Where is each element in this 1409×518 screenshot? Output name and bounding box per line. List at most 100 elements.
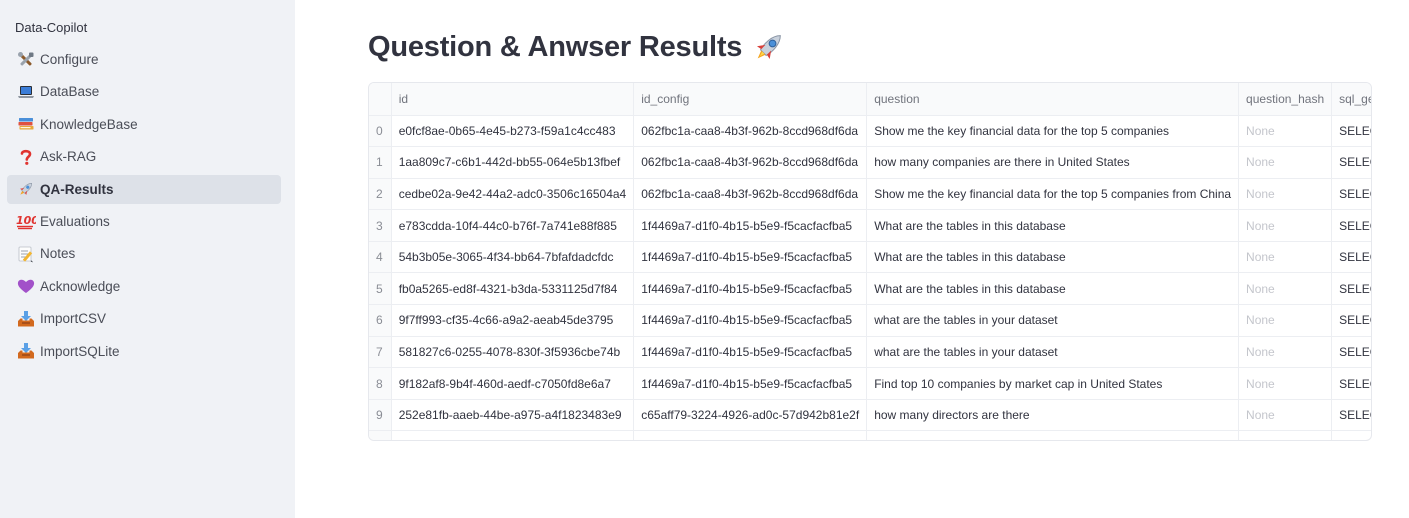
cell-id[interactable]: 252e81fb-aaeb-44be-a975-a4f1823483e9	[391, 399, 635, 432]
table-row[interactable]: 0 e0fcf8ae-0b65-4e45-b273-f59a1c4cc483 062…	[369, 115, 1371, 148]
cell-id[interactable]: 9f7ff993-cf35-4c66-a9a2-aeab45de3795	[391, 304, 635, 337]
cell-question[interactable]: Show me the key financial data for the t…	[866, 115, 1240, 148]
table-cell-clipped	[633, 430, 868, 440]
sidebar-item-acknowledge[interactable]: Acknowledge	[7, 272, 281, 301]
sidebar-item-configure[interactable]: Configure	[7, 45, 281, 74]
cell-sql-generated[interactable]: SELEC	[1331, 209, 1371, 242]
cell-sql-generated[interactable]: SELEC	[1331, 399, 1371, 432]
cell-sql-generated[interactable]: SELEC	[1331, 178, 1371, 211]
cell-id-config[interactable]: 1f4469a7-d1f0-4b15-b5e9-f5cacfacfba5	[633, 336, 868, 369]
cell-sql-generated[interactable]: SELEC	[1331, 304, 1371, 337]
cell-question-hash[interactable]: None	[1238, 304, 1333, 337]
cell-id-config[interactable]: 1f4469a7-d1f0-4b15-b5e9-f5cacfacfba5	[633, 209, 868, 242]
sidebar-item-qa-results[interactable]: QA-Results	[7, 174, 281, 204]
column-header-id[interactable]: id	[391, 83, 635, 116]
sidebar-item-label: Evaluations	[40, 213, 110, 229]
cell-question-hash[interactable]: None	[1238, 272, 1333, 306]
cell-sql-generated[interactable]: SELEC	[1331, 146, 1371, 179]
sidebar-item-evaluations[interactable]: 100 Evaluations	[7, 207, 281, 236]
results-dataframe[interactable]: id id_config question question_hash sql_…	[368, 82, 1372, 441]
cell-question[interactable]: Find top 10 companies by market cap in U…	[866, 367, 1240, 400]
cell-id-config[interactable]: 1f4469a7-d1f0-4b15-b5e9-f5cacfacfba5	[633, 367, 868, 400]
cell-question[interactable]: what are the tables in your dataset	[866, 336, 1240, 369]
cell-id-config[interactable]: 1f4469a7-d1f0-4b15-b5e9-f5cacfacfba5	[633, 241, 868, 274]
sidebar-item-knowledgebase[interactable]: KnowledgeBase	[7, 110, 281, 139]
cell-question[interactable]: What are the tables in this database	[866, 272, 1240, 306]
memo-icon	[15, 244, 37, 264]
sidebar-item-ask-rag[interactable]: Ask-RAG	[7, 142, 281, 171]
column-header-index	[369, 83, 392, 116]
cell-question-hash[interactable]: None	[1238, 115, 1333, 148]
cell-question[interactable]: what are the tables in your dataset	[866, 304, 1240, 337]
table-cell-clipped	[369, 430, 392, 440]
cell-question[interactable]: What are the tables in this database	[866, 209, 1240, 242]
column-header-question[interactable]: question	[866, 83, 1240, 116]
cell-id-config[interactable]: 062fbc1a-caa8-4b3f-962b-8ccd968df6da	[633, 115, 868, 148]
column-header-sql-generated[interactable]: sql_ge	[1331, 83, 1371, 116]
column-header-question-hash[interactable]: question_hash	[1238, 83, 1333, 116]
cell-question-hash[interactable]: None	[1238, 336, 1333, 369]
cell-id[interactable]: fb0a5265-ed8f-4321-b3da-5331125d7f84	[391, 272, 635, 306]
cell-sql-generated[interactable]: SELEC	[1331, 272, 1371, 306]
table-row[interactable]: 3 e783cdda-10f4-44c0-b76f-7a741e88f885 1f4…	[369, 209, 1371, 242]
books-icon	[15, 114, 37, 134]
cell-question[interactable]: What are the tables in this database	[866, 241, 1240, 274]
cell-index[interactable]: 2	[369, 178, 392, 211]
sidebar-item-importsqlite[interactable]: ImportSQLite	[7, 337, 281, 366]
cell-id[interactable]: e0fcf8ae-0b65-4e45-b273-f59a1c4cc483	[391, 115, 635, 148]
cell-index[interactable]: 0	[369, 115, 392, 148]
cell-id[interactable]: 54b3b05e-3065-4f34-bb64-7bfafdadcfdc	[391, 241, 635, 274]
cell-id[interactable]: 9f182af8-9b4f-460d-aedf-c7050fd8e6a7	[391, 367, 635, 400]
cell-question[interactable]: how many companies are there in United S…	[866, 146, 1240, 179]
table-row[interactable]: 9 252e81fb-aaeb-44be-a975-a4f1823483e9 c65…	[369, 399, 1371, 432]
sidebar-item-label: KnowledgeBase	[40, 116, 138, 132]
cell-id[interactable]: cedbe02a-9e42-44a2-adc0-3506c16504a4	[391, 178, 635, 211]
cell-id-config[interactable]: 062fbc1a-caa8-4b3f-962b-8ccd968df6da	[633, 178, 868, 211]
table-row[interactable]: 1 1aa809c7-c6b1-442d-bb55-064e5b13fbef 062…	[369, 146, 1371, 179]
cell-question-hash[interactable]: None	[1238, 367, 1333, 400]
cell-index[interactable]: 9	[369, 399, 392, 432]
cell-question-hash[interactable]: None	[1238, 209, 1333, 242]
sidebar-nav: Configure DataBase KnowledgeBase Ask-RAG QA-…	[7, 45, 281, 369]
cell-sql-generated[interactable]: SELEC	[1331, 367, 1371, 400]
cell-question-hash[interactable]: None	[1238, 178, 1333, 211]
sidebar-item-database[interactable]: DataBase	[7, 77, 281, 106]
cell-index[interactable]: 1	[369, 146, 392, 179]
table-row[interactable]: 6 9f7ff993-cf35-4c66-a9a2-aeab45de3795 1f4…	[369, 304, 1371, 337]
table-row[interactable]: 2 cedbe02a-9e42-44a2-adc0-3506c16504a4 062…	[369, 178, 1371, 211]
cell-index[interactable]: 3	[369, 209, 392, 242]
table-row[interactable]: 8 9f182af8-9b4f-460d-aedf-c7050fd8e6a7 1f4…	[369, 367, 1371, 400]
cell-sql-generated[interactable]: SELEC	[1331, 336, 1371, 369]
cell-id-config[interactable]: 062fbc1a-caa8-4b3f-962b-8ccd968df6da	[633, 146, 868, 179]
cell-index[interactable]: 5	[369, 272, 392, 306]
cell-index[interactable]: 8	[369, 367, 392, 400]
cell-index[interactable]: 6	[369, 304, 392, 337]
cell-question-hash[interactable]: None	[1238, 146, 1333, 179]
table-cell-clipped	[866, 430, 1240, 440]
cell-id[interactable]: e783cdda-10f4-44c0-b76f-7a741e88f885	[391, 209, 635, 242]
cell-sql-generated[interactable]: SELEC	[1331, 241, 1371, 274]
cell-id[interactable]: 581827c6-0255-4078-830f-3f5936cbe74b	[391, 336, 635, 369]
table-row[interactable]: 7 581827c6-0255-4078-830f-3f5936cbe74b 1f4…	[369, 336, 1371, 369]
sidebar-item-importcsv[interactable]: ImportCSV	[7, 304, 281, 333]
cell-question-hash[interactable]: None	[1238, 399, 1333, 432]
cell-question[interactable]: Show me the key financial data for the t…	[866, 178, 1240, 211]
rocket-icon	[750, 28, 788, 66]
cell-id-config[interactable]: c65aff79-3224-4926-ad0c-57d942b81e2f	[633, 399, 868, 432]
cell-index[interactable]: 7	[369, 336, 392, 369]
question-mark-icon	[15, 147, 37, 167]
sidebar: Data-Copilot Configure DataBase KnowledgeB…	[0, 0, 295, 518]
cell-question-hash[interactable]: None	[1238, 241, 1333, 274]
cell-question[interactable]: how many directors are there	[866, 399, 1240, 432]
cell-index[interactable]: 4	[369, 241, 392, 274]
column-header-id-config[interactable]: id_config	[633, 83, 868, 116]
table-row[interactable]: 5 fb0a5265-ed8f-4321-b3da-5331125d7f84 1f4…	[369, 272, 1371, 306]
sidebar-item-notes[interactable]: Notes	[7, 239, 281, 268]
cell-id-config[interactable]: 1f4469a7-d1f0-4b15-b5e9-f5cacfacfba5	[633, 272, 868, 306]
inbox-tray-icon	[15, 341, 37, 361]
cell-sql-generated[interactable]: SELEC	[1331, 115, 1371, 148]
cell-id-config[interactable]: 1f4469a7-d1f0-4b15-b5e9-f5cacfacfba5	[633, 304, 868, 337]
table-row[interactable]: 4 54b3b05e-3065-4f34-bb64-7bfafdadcfdc 1f4…	[369, 241, 1371, 274]
sidebar-item-label: Configure	[40, 52, 99, 67]
cell-id[interactable]: 1aa809c7-c6b1-442d-bb55-064e5b13fbef	[391, 146, 635, 179]
